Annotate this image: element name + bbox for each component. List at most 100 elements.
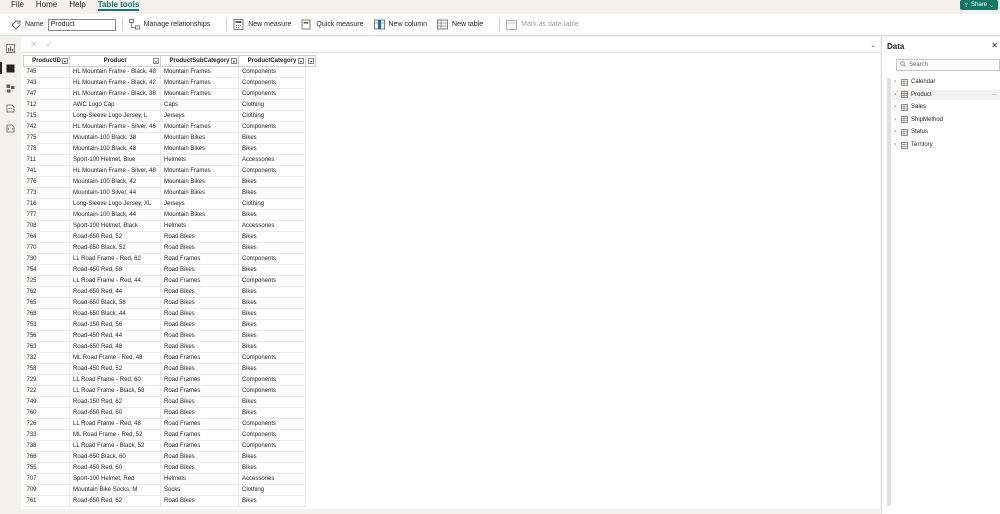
table-cell[interactable]: Bikes xyxy=(238,264,306,276)
table-cell[interactable]: Clothing xyxy=(238,198,306,210)
table-cell[interactable]: Mountain Frames xyxy=(160,77,239,89)
table-cell[interactable]: Components xyxy=(238,165,306,177)
table-cell[interactable]: 722 xyxy=(23,385,70,397)
report-view-icon[interactable] xyxy=(5,43,15,53)
table-cell[interactable]: HL Mountain Frame - Black, 42 xyxy=(69,77,161,89)
table-cell[interactable]: Road Frames xyxy=(160,374,239,386)
table-cell[interactable]: Road-650 Black, 52 xyxy=(69,242,161,254)
table-cell[interactable]: Mountain-100 Black, 44 xyxy=(69,209,161,221)
table-cell[interactable]: 725 xyxy=(23,275,70,287)
table-cell[interactable]: Mountain Bike Socks, M xyxy=(69,484,161,496)
table-cell[interactable]: Accessories xyxy=(238,220,306,232)
table-cell[interactable]: Road-650 Red, 44 xyxy=(69,286,161,298)
table-cell[interactable]: Components xyxy=(238,374,306,386)
table-cell[interactable]: 758 xyxy=(23,363,70,375)
cancel-icon[interactable]: ✕ xyxy=(30,39,38,50)
table-cell[interactable]: Helmets xyxy=(160,220,239,232)
table-cell[interactable]: Road-450 Red, 58 xyxy=(69,264,161,276)
table-cell[interactable]: Components xyxy=(238,429,306,441)
table-cell[interactable]: Bikes xyxy=(238,176,306,188)
tmdl-view-icon[interactable] xyxy=(5,123,15,133)
model-view-icon[interactable] xyxy=(5,83,15,93)
chevron-right-icon[interactable]: › xyxy=(892,79,898,85)
table-cell[interactable]: 773 xyxy=(23,187,70,199)
table-cell[interactable]: Clothing xyxy=(238,110,306,122)
table-cell[interactable]: 760 xyxy=(23,407,70,419)
table-cell[interactable]: Mountain Frames xyxy=(160,121,239,133)
table-cell[interactable]: HL Mountain Frame - Black, 48 xyxy=(69,66,161,78)
table-cell[interactable]: Bikes xyxy=(238,330,306,342)
table-cell[interactable]: Mountain Frames xyxy=(160,165,239,177)
new-table-button[interactable]: New table xyxy=(437,19,483,30)
table-cell[interactable]: 765 xyxy=(23,297,70,309)
table-cell[interactable]: Bikes xyxy=(238,396,306,408)
table-cell[interactable]: 745 xyxy=(23,66,70,78)
table-cell[interactable]: Road-650 Red, 48 xyxy=(69,341,161,353)
table-cell[interactable]: Components xyxy=(238,66,306,78)
table-cell[interactable]: Jerseys xyxy=(160,198,239,210)
table-cell[interactable]: 749 xyxy=(23,396,70,408)
table-cell[interactable]: Road Bikes xyxy=(160,264,239,276)
table-cell[interactable]: Components xyxy=(238,352,306,364)
table-cell[interactable]: 778 xyxy=(23,143,70,155)
table-cell[interactable]: Road-650 Black, 58 xyxy=(69,297,161,309)
table-cell[interactable]: 715 xyxy=(23,110,70,122)
table-cell[interactable]: Road Bikes xyxy=(160,286,239,298)
table-cell[interactable]: Road-450 Red, 60 xyxy=(69,462,161,474)
more-options-icon[interactable]: ⋯ xyxy=(992,92,997,98)
table-cell[interactable]: LL Road Frame - Black, 58 xyxy=(69,385,161,397)
table-cell[interactable]: Accessories xyxy=(238,473,306,485)
table-cell[interactable]: Clothing xyxy=(238,484,306,496)
table-cell[interactable]: Road-650 Red, 52 xyxy=(69,231,161,243)
chevron-right-icon[interactable]: › xyxy=(892,104,898,110)
filter-dropdown-icon[interactable]: ▾ xyxy=(62,58,68,64)
chevron-right-icon[interactable]: › xyxy=(892,129,898,135)
table-cell[interactable]: Jerseys xyxy=(160,110,239,122)
filter-dropdown-icon[interactable]: ▾ xyxy=(153,58,159,64)
table-cell[interactable]: 716 xyxy=(23,198,70,210)
table-cell[interactable]: LL Road Frame - Black, 52 xyxy=(69,440,161,452)
table-cell[interactable]: LL Road Frame - Red, 44 xyxy=(69,275,161,287)
chevron-right-icon[interactable]: › xyxy=(892,117,898,123)
table-cell[interactable]: 766 xyxy=(23,451,70,463)
table-cell[interactable]: Road-650 Black, 60 xyxy=(69,451,161,463)
search-input[interactable]: Search xyxy=(909,62,928,68)
table-cell[interactable]: HL Mountain Frame - Black, 38 xyxy=(69,88,161,100)
dax-query-view-icon[interactable] xyxy=(5,103,15,113)
table-cell[interactable]: Road-650 Red, 60 xyxy=(69,407,161,419)
table-cell[interactable]: Bikes xyxy=(238,407,306,419)
table-cell[interactable]: 733 xyxy=(23,429,70,441)
menu-table-tools[interactable]: Table tools xyxy=(97,0,139,11)
table-cell[interactable]: Bikes xyxy=(238,495,306,507)
table-cell[interactable]: 776 xyxy=(23,176,70,188)
table-cell[interactable]: Mountain Frames xyxy=(160,88,239,100)
table-cell[interactable]: 775 xyxy=(23,132,70,144)
table-cell[interactable]: Bikes xyxy=(238,308,306,320)
table-cell[interactable]: Road Bikes xyxy=(160,242,239,254)
table-cell[interactable]: HL Mountain Frame - Silver, 48 xyxy=(69,165,161,177)
table-cell[interactable]: Bikes xyxy=(238,297,306,309)
table-cell[interactable]: 741 xyxy=(23,165,70,177)
table-cell[interactable]: ML Road Frame - Red, 52 xyxy=(69,429,161,441)
table-cell[interactable]: Road Frames xyxy=(160,275,239,287)
table-cell[interactable]: 763 xyxy=(23,341,70,353)
table-cell[interactable]: 709 xyxy=(23,484,70,496)
column-header-productid[interactable]: ProductID ▾ xyxy=(23,55,70,67)
table-cell[interactable]: 754 xyxy=(23,264,70,276)
table-cell[interactable]: 762 xyxy=(23,286,70,298)
table-cell[interactable]: 707 xyxy=(23,473,70,485)
quick-measure-button[interactable]: Quick measure xyxy=(301,19,364,30)
table-cell[interactable]: Road Frames xyxy=(160,253,239,265)
table-cell[interactable]: 764 xyxy=(23,231,70,243)
table-cell[interactable]: Bikes xyxy=(238,462,306,474)
filter-dropdown-icon[interactable]: ▾ xyxy=(298,58,304,64)
table-cell[interactable]: Road Bikes xyxy=(160,297,239,309)
chevron-right-icon[interactable]: › xyxy=(892,92,898,98)
table-cell[interactable]: Bikes xyxy=(238,132,306,144)
table-item-product[interactable]: › Product ⋯ xyxy=(892,89,1000,100)
table-cell[interactable]: Mountain-100 Black, 42 xyxy=(69,176,161,188)
table-cell[interactable]: Road Frames xyxy=(160,352,239,364)
table-cell[interactable]: Bikes xyxy=(238,451,306,463)
table-cell[interactable]: LL Road Frame - Red, 60 xyxy=(69,374,161,386)
table-cell[interactable]: Clothing xyxy=(238,99,306,111)
